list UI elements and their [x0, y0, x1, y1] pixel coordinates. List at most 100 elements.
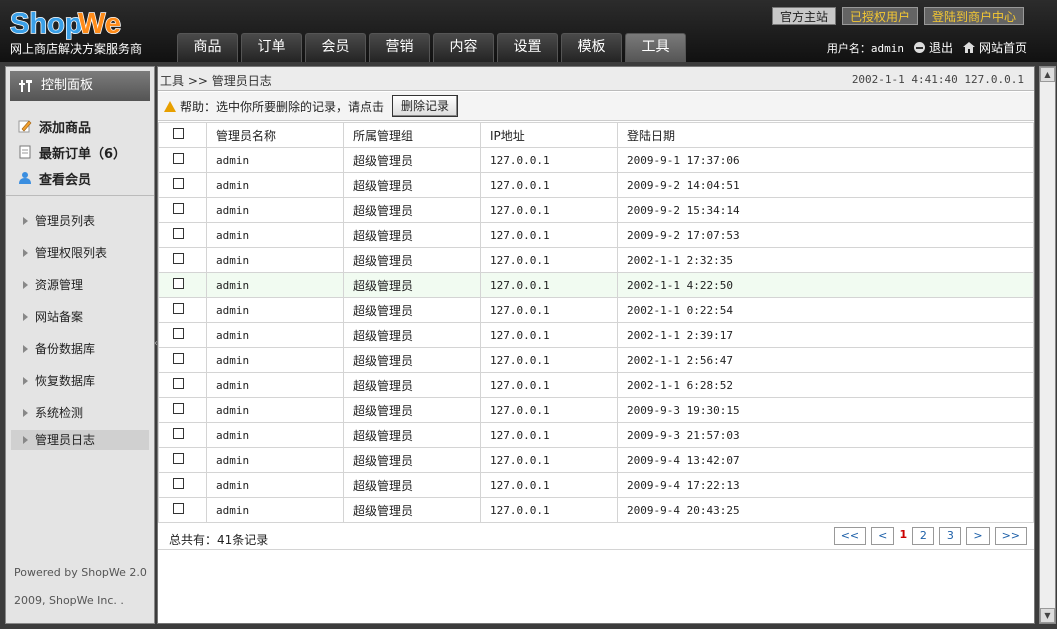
cell-admin-name: admin — [206, 397, 344, 423]
cell-admin-name: admin — [206, 147, 344, 173]
cell-admin-group: 超级管理员 — [343, 497, 481, 523]
cell-ip-address: 127.0.0.1 — [480, 472, 618, 498]
row-checkbox[interactable] — [173, 253, 184, 264]
tab-products[interactable]: 商品 — [177, 33, 238, 62]
tools-icon — [19, 80, 32, 92]
row-checkbox[interactable] — [173, 153, 184, 164]
cell-admin-group: 超级管理员 — [343, 147, 481, 173]
sidebar-item-permissions[interactable]: 管理权限列表 — [11, 238, 149, 268]
cell-admin-name: admin — [206, 272, 344, 298]
page-next-button[interactable]: > — [966, 527, 990, 545]
row-checkbox[interactable] — [173, 303, 184, 314]
main-nav-tabs: 商品 订单 会员 营销 内容 设置 模板 工具 — [177, 33, 686, 62]
row-select-cell — [158, 472, 207, 498]
cell-admin-group: 超级管理员 — [343, 447, 481, 473]
row-checkbox[interactable] — [173, 453, 184, 464]
cell-admin-group: 超级管理员 — [343, 297, 481, 323]
tab-templates[interactable]: 模板 — [561, 33, 622, 62]
row-checkbox[interactable] — [173, 203, 184, 214]
tab-settings[interactable]: 设置 — [497, 33, 558, 62]
page-2-button[interactable]: 2 — [912, 527, 935, 545]
tab-members[interactable]: 会员 — [305, 33, 366, 62]
table-row: admin 超级管理员 127.0.0.1 2002-1-1 0:22:54 — [158, 297, 1034, 323]
quick-new-orders[interactable]: 最新订单（6） — [18, 139, 154, 165]
table-row: admin 超级管理员 127.0.0.1 2002-1-1 6:28:52 — [158, 372, 1034, 398]
select-all-checkbox[interactable] — [173, 128, 184, 139]
quick-new-orders-label: 最新订单（6） — [39, 146, 127, 162]
page-prev-button[interactable]: < — [871, 527, 895, 545]
pagination: << < 1 2 3 > >> — [833, 527, 1027, 545]
tab-content[interactable]: 内容 — [433, 33, 494, 62]
col-login-date: 登陆日期 — [617, 122, 1034, 148]
table-row: admin 超级管理员 127.0.0.1 2009-9-2 15:34:14 — [158, 197, 1034, 223]
sidebar-nav: 管理员列表 管理权限列表 资源管理 网站备案 备份数据库 恢复数据库 系统检测 … — [6, 196, 154, 450]
svg-text:Shop: Shop — [10, 8, 83, 40]
row-checkbox[interactable] — [173, 328, 184, 339]
page-last-button[interactable]: >> — [994, 527, 1027, 545]
sidebar-item-label: 网站备案 — [35, 310, 84, 324]
cell-login-date: 2009-9-4 13:42:07 — [617, 447, 1034, 473]
quick-add-product[interactable]: 添加商品 — [18, 113, 154, 139]
cell-login-date: 2002-1-1 2:56:47 — [617, 347, 1034, 373]
sidebar-item-system-check[interactable]: 系统检测 — [11, 398, 149, 428]
row-checkbox[interactable] — [173, 478, 184, 489]
home-icon — [962, 42, 975, 53]
vertical-scrollbar[interactable]: ▲ ▼ — [1039, 66, 1056, 624]
sidebar: 控制面板 添加商品 最新订单（6） 查看会员 管理员列表 管理权限列表 资源管理… — [5, 66, 155, 624]
user-bar: 用户名：admin 退出 网站首页 — [827, 39, 1027, 56]
row-checkbox[interactable] — [173, 278, 184, 289]
cell-login-date: 2002-1-1 6:28:52 — [617, 372, 1034, 398]
site-home-button[interactable]: 网站首页 — [962, 39, 1027, 56]
licensed-user-link[interactable]: 已授权用户 — [841, 7, 918, 25]
triangle-right-icon — [23, 281, 28, 289]
row-select-cell — [158, 147, 207, 173]
page-3-button[interactable]: 3 — [939, 527, 962, 545]
logout-label: 退出 — [928, 41, 953, 55]
cell-ip-address: 127.0.0.1 — [480, 272, 618, 298]
row-select-cell — [158, 197, 207, 223]
row-checkbox[interactable] — [173, 353, 184, 364]
control-panel-header[interactable]: 控制面板 — [10, 71, 150, 101]
row-checkbox[interactable] — [173, 178, 184, 189]
sidebar-item-restore-db[interactable]: 恢复数据库 — [11, 366, 149, 396]
row-checkbox[interactable] — [173, 228, 184, 239]
table-row: admin 超级管理员 127.0.0.1 2002-1-1 2:32:35 — [158, 247, 1034, 273]
cell-admin-name: admin — [206, 422, 344, 448]
scroll-down-icon[interactable]: ▼ — [1040, 608, 1055, 623]
sidebar-item-admin-list[interactable]: 管理员列表 — [11, 206, 149, 236]
shopwe-logo[interactable]: Shop We — [8, 5, 148, 41]
sidebar-item-backup-db[interactable]: 备份数据库 — [11, 334, 149, 364]
tab-orders[interactable]: 订单 — [241, 33, 302, 62]
triangle-right-icon — [23, 436, 28, 444]
cell-ip-address: 127.0.0.1 — [480, 447, 618, 473]
merchant-center-link[interactable]: 登陆到商户中心 — [923, 7, 1024, 25]
table-row: admin 超级管理员 127.0.0.1 2009-9-3 21:57:03 — [158, 422, 1034, 448]
cell-login-date: 2002-1-1 4:22:50 — [617, 272, 1034, 298]
cell-admin-group: 超级管理员 — [343, 422, 481, 448]
sidebar-item-admin-log[interactable]: 管理员日志 — [11, 430, 149, 450]
row-checkbox[interactable] — [173, 378, 184, 389]
cell-login-date: 2009-9-1 17:37:06 — [617, 147, 1034, 173]
row-select-cell — [158, 222, 207, 248]
tab-tools[interactable]: 工具 — [625, 33, 686, 62]
main-content: 工具 >> 管理员日志 2002-1-1 4:41:40 127.0.0.1 帮… — [157, 66, 1035, 624]
sidebar-item-label: 资源管理 — [35, 278, 84, 292]
tab-marketing[interactable]: 营销 — [369, 33, 430, 62]
page-first-button[interactable]: << — [833, 527, 867, 545]
row-checkbox[interactable] — [173, 403, 184, 414]
row-checkbox[interactable] — [173, 428, 184, 439]
official-site-link[interactable]: 官方主站 — [771, 7, 836, 25]
quick-view-members[interactable]: 查看会员 — [18, 165, 154, 191]
sidebar-item-resources[interactable]: 资源管理 — [11, 270, 149, 300]
logout-button[interactable]: 退出 — [913, 39, 953, 56]
delete-records-button[interactable]: 删除记录 — [392, 95, 459, 117]
cell-ip-address: 127.0.0.1 — [480, 197, 618, 223]
cell-admin-name: admin — [206, 372, 344, 398]
record-total: 总共有：41条记录 — [169, 533, 269, 547]
username-label: 用户名：admin — [826, 41, 904, 55]
sidebar-item-site-registration[interactable]: 网站备案 — [11, 302, 149, 332]
warning-icon — [164, 100, 176, 112]
scroll-up-icon[interactable]: ▲ — [1040, 67, 1055, 82]
cell-ip-address: 127.0.0.1 — [480, 397, 618, 423]
row-checkbox[interactable] — [173, 503, 184, 514]
